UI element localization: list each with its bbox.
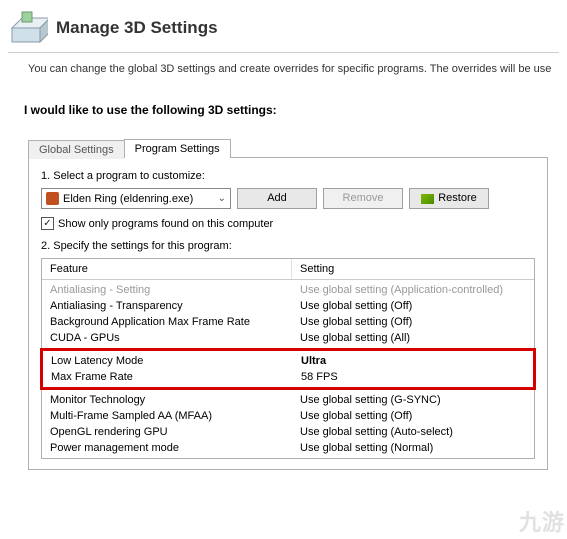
- header-divider: [8, 52, 559, 53]
- show-only-found-label: Show only programs found on this compute…: [58, 218, 273, 230]
- nvidia-icon: [421, 194, 434, 204]
- remove-button: Remove: [323, 188, 403, 209]
- highlight-box: Low Latency Mode Ultra Max Frame Rate 58…: [40, 348, 536, 390]
- cell-feature: Power management mode: [42, 442, 292, 454]
- restore-button[interactable]: Restore: [409, 188, 489, 209]
- table-row[interactable]: Power management mode Use global setting…: [42, 440, 534, 456]
- cell-feature: Low Latency Mode: [43, 355, 293, 367]
- chevron-down-icon: ⌄: [214, 193, 226, 204]
- header-feature[interactable]: Feature: [42, 259, 292, 279]
- add-button[interactable]: Add: [237, 188, 317, 209]
- page-header: Manage 3D Settings: [0, 0, 567, 52]
- settings-intro: I would like to use the following 3D set…: [0, 85, 567, 127]
- table-row[interactable]: Low Latency Mode Ultra: [43, 353, 533, 369]
- table-row[interactable]: OpenGL rendering GPU Use global setting …: [42, 424, 534, 440]
- cell-setting: Use global setting (G-SYNC): [292, 394, 534, 406]
- table-body: Antialiasing - Setting Use global settin…: [42, 280, 534, 458]
- cell-feature: Background Application Max Frame Rate: [42, 316, 292, 328]
- cell-feature: Antialiasing - Transparency: [42, 300, 292, 312]
- tab-program-settings[interactable]: Program Settings: [124, 139, 231, 158]
- cell-feature: Antialiasing - Setting: [42, 284, 292, 296]
- program-controls-row: Elden Ring (eldenring.exe) ⌄ Add Remove …: [41, 188, 535, 209]
- page-title: Manage 3D Settings: [56, 18, 218, 38]
- cell-setting: Use global setting (Off): [292, 300, 534, 312]
- table-row[interactable]: CUDA - GPUs Use global setting (All): [42, 330, 534, 346]
- cell-feature: OpenGL rendering GPU: [42, 426, 292, 438]
- watermark: 九游: [519, 505, 565, 537]
- cell-setting: Use global setting (All): [292, 332, 534, 344]
- show-only-found-checkbox[interactable]: ✓: [41, 217, 54, 230]
- table-header: Feature Setting: [42, 259, 534, 280]
- tabs: Global Settings Program Settings: [28, 139, 567, 158]
- step2-label: 2. Specify the settings for this program…: [41, 240, 535, 252]
- cell-setting: Use global setting (Auto-select): [292, 426, 534, 438]
- program-select-label: Elden Ring (eldenring.exe): [63, 193, 214, 205]
- show-only-found-row: ✓ Show only programs found on this compu…: [41, 217, 535, 230]
- table-row[interactable]: Max Frame Rate 58 FPS: [43, 369, 533, 385]
- cell-setting: 58 FPS: [293, 371, 533, 383]
- program-icon: [46, 192, 59, 205]
- program-select-combo[interactable]: Elden Ring (eldenring.exe) ⌄: [41, 188, 231, 209]
- cell-feature: CUDA - GPUs: [42, 332, 292, 344]
- header-setting[interactable]: Setting: [292, 259, 534, 279]
- table-row[interactable]: Background Application Max Frame Rate Us…: [42, 314, 534, 330]
- restore-label: Restore: [438, 189, 477, 208]
- description-text: You can change the global 3D settings an…: [0, 57, 567, 85]
- settings-table: Feature Setting Antialiasing - Setting U…: [41, 258, 535, 459]
- tab-area: Global Settings Program Settings 1. Sele…: [28, 139, 567, 470]
- cell-setting: Use global setting (Normal): [292, 442, 534, 454]
- cell-setting: Use global setting (Off): [292, 410, 534, 422]
- step1-label: 1. Select a program to customize:: [41, 170, 535, 182]
- cell-setting: Use global setting (Application-controll…: [292, 284, 534, 296]
- tab-global-settings[interactable]: Global Settings: [28, 140, 124, 159]
- table-row[interactable]: Monitor Technology Use global setting (G…: [42, 392, 534, 408]
- cell-feature: Max Frame Rate: [43, 371, 293, 383]
- table-row[interactable]: Antialiasing - Transparency Use global s…: [42, 298, 534, 314]
- table-row[interactable]: Antialiasing - Setting Use global settin…: [42, 282, 534, 298]
- table-row[interactable]: Multi-Frame Sampled AA (MFAA) Use global…: [42, 408, 534, 424]
- cell-feature: Monitor Technology: [42, 394, 292, 406]
- cell-feature: Multi-Frame Sampled AA (MFAA): [42, 410, 292, 422]
- cell-setting: Use global setting (Off): [292, 316, 534, 328]
- cell-setting: Ultra: [293, 355, 533, 367]
- 3d-settings-icon: [8, 8, 48, 48]
- tab-content: 1. Select a program to customize: Elden …: [28, 157, 548, 470]
